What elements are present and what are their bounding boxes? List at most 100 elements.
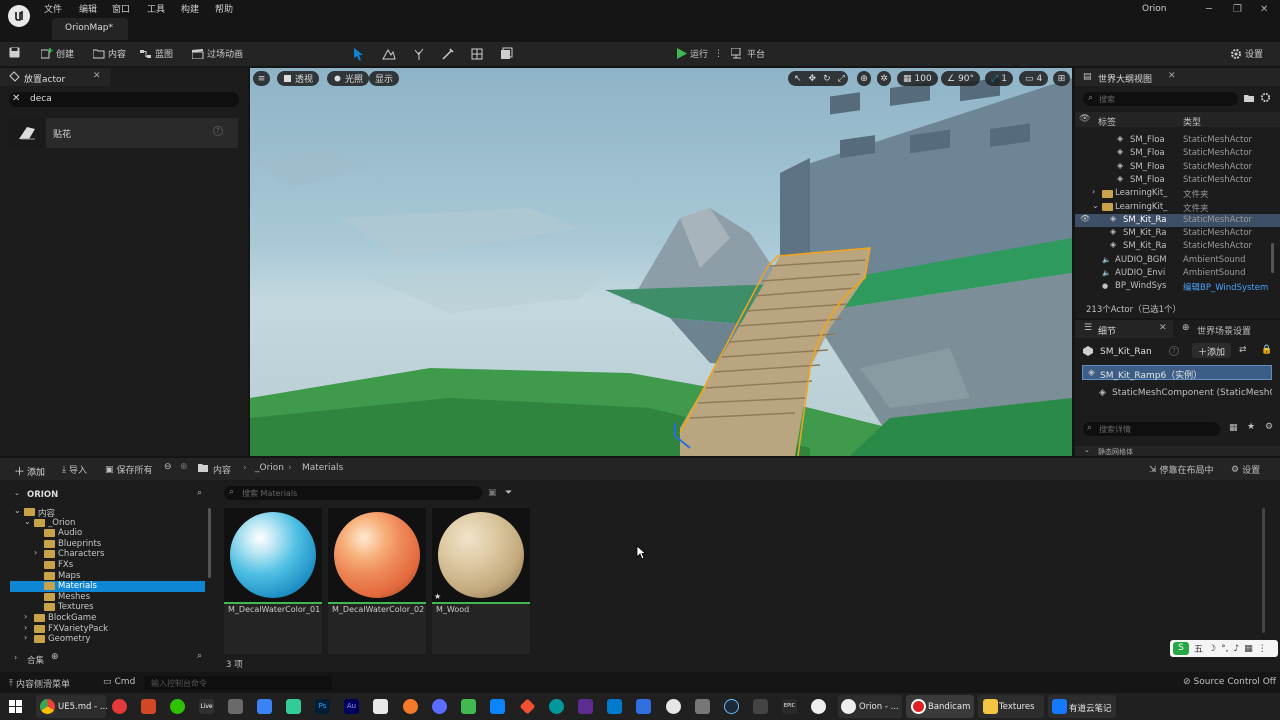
details-settings-icon[interactable]: ⚙ [1265,422,1273,432]
col-label[interactable]: 标签 [1098,115,1116,128]
cb-settings-button[interactable]: ⚙ 设置 [1231,463,1260,477]
photoshop-icon[interactable]: Ps [315,699,330,714]
outliner-row[interactable]: ◈ SM_Floa StaticMeshActor [1075,147,1280,160]
tree-folder-item[interactable]: ⌄ _Orion [10,517,205,529]
collections-search-icon[interactable]: ⌕ [197,651,202,661]
perspective-button[interactable]: 透视 [277,71,320,86]
tree-folder-item[interactable]: Materials [10,581,205,593]
inkscape-icon[interactable] [373,699,388,714]
epic-games-icon[interactable]: EPIC [782,699,797,714]
outliner-row[interactable]: ⌄ LearningKit_ 文件夹 [1075,201,1280,214]
add-component-button[interactable]: ＋添加 [1192,343,1232,358]
import-button[interactable]: ⤓ 导入 [62,463,87,477]
outliner-settings-icon[interactable] [1260,92,1271,103]
clear-search-icon[interactable]: ✕ [12,93,20,104]
tree-folder-item[interactable]: Textures [10,602,205,613]
live-icon[interactable]: Live [199,699,214,714]
taskbar-youdao[interactable]: 有道云笔记 [1048,695,1116,718]
outliner-row[interactable]: ● BP_WindSys 编辑BP_WindSystem [1075,280,1280,293]
upic-icon[interactable] [490,699,505,714]
back-icon[interactable]: ⊖ [164,462,172,472]
visibility-eye-icon[interactable]: 👁 [1080,214,1090,223]
tree-collapse-icon[interactable]: ⌄ [14,489,20,497]
tree-scrollbar[interactable] [208,508,211,578]
tree-folder-item[interactable]: › FXVarietyPack [10,623,205,635]
component-row[interactable]: ◈ StaticMeshComponent (StaticMeshCor [1082,386,1272,401]
expand-chevron-icon[interactable]: › [1092,187,1095,196]
netease-music-icon[interactable] [112,699,127,714]
tree-search-icon[interactable]: ⌕ [197,488,202,498]
forward-icon[interactable]: ⊕ [180,462,188,472]
taskbar-orion[interactable]: Orion - ... [838,695,902,718]
tree-folder-item[interactable]: FXs [10,560,205,571]
ime-toolbar[interactable]: S 五 ☽ °, ♪ ▦ ⋮ [1170,640,1278,657]
menu-help[interactable]: 帮助 [215,2,233,15]
menu-build[interactable]: 构建 [181,2,199,15]
taskbar-textures[interactable]: Textures [978,695,1044,718]
close-details-icon[interactable]: ✕ [1159,323,1167,333]
outliner-row[interactable]: ◈ SM_Kit_Ra StaticMeshActor [1075,227,1280,240]
minimize-icon[interactable]: ─ [1206,4,1218,16]
outliner-row[interactable]: ◈ SM_Floa StaticMeshActor [1075,161,1280,174]
tree-folder-item[interactable]: Maps [10,571,205,582]
lock-icon[interactable]: 🔒 [1261,345,1272,355]
landscape-mode-icon[interactable] [382,47,396,61]
outliner-row[interactable]: ◈ SM_Kit_Ra StaticMeshActor [1075,240,1280,253]
details-tab[interactable]: ☰ 细节 ✕ [1075,320,1173,338]
settings-button[interactable]: 设置 [1230,47,1263,60]
select-arrow-icon[interactable]: ↖ [794,74,802,84]
tree-folder-item[interactable]: › Characters [10,548,205,560]
outliner-scrollbar[interactable] [1271,243,1274,273]
place-actors-search[interactable]: ✕ deca [9,92,239,107]
tree-folder-item[interactable]: Audio [10,528,205,539]
mesh-paint-mode-icon[interactable] [441,47,455,61]
create-button[interactable]: 创建 [41,47,74,60]
blueprint-button[interactable]: 蓝图 [140,47,173,60]
menu-file[interactable]: 文件 [44,2,62,15]
unreal-logo-icon[interactable] [8,5,30,27]
select-mode-icon[interactable] [352,47,366,61]
content-drawer-button[interactable]: ⤒ 内容侧滑菜单 [9,677,70,691]
map-tab[interactable]: OrionMap* [52,18,128,40]
save-all-button[interactable]: ▣ 保存所有 [105,463,153,477]
rotate-icon[interactable]: ↻ [823,74,831,84]
taskbar-chrome[interactable]: UE5.md - ... [36,695,108,718]
actor-name-field[interactable]: SM_Kit_Ran [1100,347,1152,357]
sourcetree-icon[interactable] [461,699,476,714]
save-icon[interactable] [9,47,20,58]
remote-desktop-icon[interactable] [636,699,651,714]
outliner-row[interactable]: 🔈 AUDIO_BGM AmbientSound [1075,254,1280,267]
breadcrumb-materials[interactable]: Materials [302,463,343,473]
outliner-row[interactable]: ◈ SM_Floa StaticMeshActor [1075,134,1280,147]
arduino-icon[interactable] [549,699,564,714]
chevron-right-icon[interactable]: › [34,548,37,557]
git-icon[interactable] [519,698,536,715]
tree-folder-item[interactable]: › BlockGame [10,612,205,624]
grid-snap-button[interactable]: ▦ 100 [897,71,938,86]
cinematics-button[interactable]: 过场动画 [192,47,243,60]
asset-scrollbar[interactable] [1262,508,1265,633]
visibility-icon[interactable]: 👁 [1079,114,1090,124]
outliner-row[interactable]: 👁 ◈ SM_Kit_Ra StaticMeshActor [1075,213,1280,227]
run-button[interactable]: 运行 ⋮ [677,47,723,60]
dock-in-layout-button[interactable]: ⇲ 停靠在布局中 [1149,463,1214,477]
windows-start-icon[interactable] [9,700,22,713]
camera-app-icon[interactable] [228,699,243,714]
outliner-row[interactable]: › LearningKit_ 文件夹 [1075,187,1280,200]
place-actors-tab[interactable]: 放置actor ✕ [0,68,110,86]
folder-add-icon[interactable] [1244,94,1255,103]
asset-tile[interactable]: M_DecalWaterColor_02 [328,508,426,654]
blender-icon[interactable] [403,699,418,714]
unreal-taskbar-icon[interactable] [811,699,826,714]
chevron-right-icon[interactable]: › [24,612,27,621]
breadcrumb-content[interactable]: 内容 [213,463,231,476]
asset-tile[interactable]: M_DecalWaterColor_01 [224,508,322,654]
property-matrix-icon[interactable]: ▦ [1229,423,1238,433]
details-help-icon[interactable]: ? [1169,346,1179,356]
camera-speed-button[interactable]: ▭ 4 [1019,71,1049,86]
modeling-mode-icon[interactable] [499,47,513,61]
foliage-mode-icon[interactable] [412,47,426,61]
details-search[interactable]: ⌕ 搜索详情 [1083,422,1220,436]
close-icon[interactable]: ✕ [1260,4,1272,16]
platform-button[interactable]: 平台 [731,47,765,60]
